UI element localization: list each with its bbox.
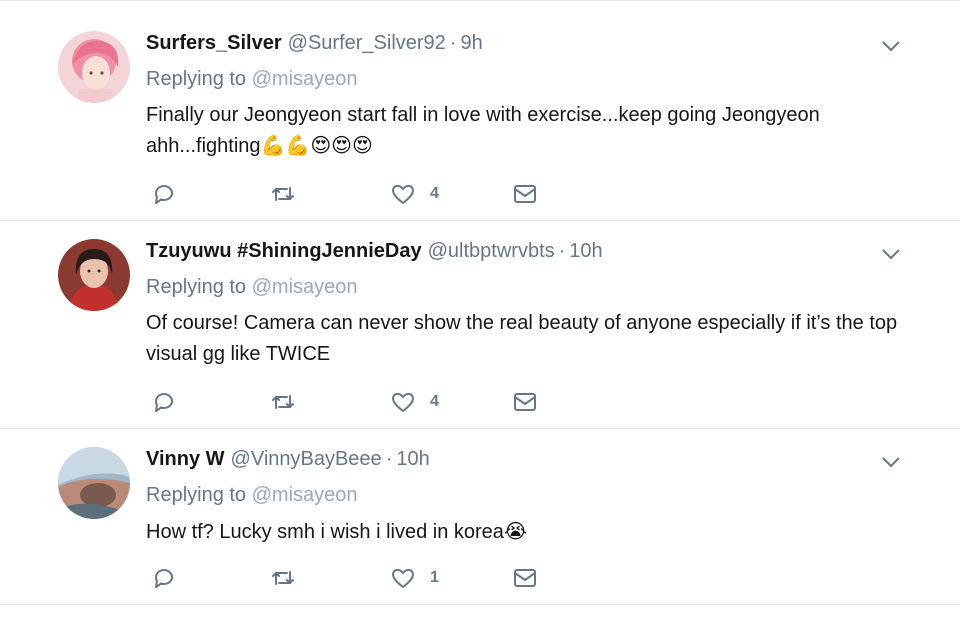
tweet-actions: 4 [150, 181, 570, 207]
reply-icon [154, 185, 173, 204]
tweet-body: Of course! Camera can never show the rea… [146, 312, 898, 365]
reply-button[interactable] [150, 565, 176, 591]
portrait-avatar-icon [58, 239, 130, 311]
envelope-icon [514, 569, 536, 587]
retweet-button[interactable] [270, 565, 296, 591]
separator-dot: · [558, 240, 566, 262]
user-handle[interactable]: @VinnyBayBeee [231, 448, 382, 470]
tweet-body: Finally our Jeongyeon start fall in love… [146, 104, 820, 157]
direct-message-button[interactable] [512, 565, 538, 591]
replying-to: Replying to @misayeon [146, 67, 358, 91]
chevron-down-icon[interactable] [880, 243, 902, 265]
tweet-3[interactable]: Vinny W @VinnyBayBeee · 10h Replying to @mi… [0, 429, 960, 605]
avatar[interactable] [58, 447, 130, 519]
display-name[interactable]: Surfers_Silver [146, 32, 282, 54]
envelope-icon [514, 393, 536, 411]
avatar[interactable] [58, 239, 130, 311]
tweet-header: Vinny W @VinnyBayBeee · 10h [146, 447, 430, 471]
like-button[interactable]: 4 [390, 181, 439, 207]
avatar[interactable] [58, 31, 130, 103]
retweet-button[interactable] [270, 181, 296, 207]
separator-dot: · [449, 32, 457, 54]
retweet-icon [272, 571, 294, 585]
like-count: 4 [430, 185, 439, 202]
like-count: 1 [430, 569, 439, 586]
like-button[interactable]: 4 [390, 389, 439, 415]
heart-icon [392, 184, 414, 204]
tweet-emoji: 😭 [503, 519, 528, 543]
retweet-icon [272, 395, 294, 409]
tweet-body: How tf? Lucky smh i wish i lived in kore… [146, 521, 504, 543]
heart-icon [392, 568, 414, 588]
retweet-icon [272, 187, 294, 201]
display-name[interactable]: Tzuyuwu #ShiningJennieDay [146, 240, 422, 262]
reply-button[interactable] [150, 181, 176, 207]
timestamp[interactable]: 10h [569, 240, 602, 262]
reply-mention-link[interactable]: @misayeon [252, 484, 358, 506]
tweet-1[interactable]: Surfers_Silver @Surfer_Silver92 · 9h Replyi… [0, 13, 960, 221]
tweet-actions: 4 [150, 389, 570, 415]
replying-to: Replying to @misayeon [146, 275, 358, 299]
user-handle[interactable]: @ultbptwrvbts [428, 240, 555, 262]
reply-mention-link[interactable]: @misayeon [252, 68, 358, 90]
tweet-2[interactable]: Tzuyuwu #ShiningJennieDay @ultbptwrvbts · 1… [0, 221, 960, 429]
like-button[interactable]: 1 [390, 565, 439, 591]
reply-icon [154, 393, 173, 412]
heart-icon [392, 392, 414, 412]
tweet-header: Surfers_Silver @Surfer_Silver92 · 9h [146, 31, 483, 55]
user-handle[interactable]: @Surfer_Silver92 [288, 32, 446, 54]
tweet-text: Of course! Camera can never show the rea… [146, 308, 916, 369]
envelope-icon [514, 185, 536, 203]
reply-button[interactable] [150, 389, 176, 415]
replying-label: Replying to [146, 484, 247, 506]
chevron-down-icon[interactable] [880, 35, 902, 57]
retweet-button[interactable] [270, 389, 296, 415]
replying-label: Replying to [146, 68, 247, 90]
direct-message-button[interactable] [512, 181, 538, 207]
tweet-emoji: 💪💪😍😍😍 [260, 133, 373, 157]
timestamp[interactable]: 10h [396, 448, 429, 470]
replying-to: Replying to @misayeon [146, 483, 358, 507]
tweet-header: Tzuyuwu #ShiningJennieDay @ultbptwrvbts · 1… [146, 239, 603, 263]
display-name[interactable]: Vinny W [146, 448, 225, 470]
tweet-text: How tf? Lucky smh i wish i lived in kore… [146, 516, 916, 547]
chevron-down-icon[interactable] [880, 451, 902, 473]
photo-avatar-icon [58, 447, 130, 519]
tweet-timeline: Surfers_Silver @Surfer_Silver92 · 9h Replyi… [0, 0, 960, 620]
tweet-text: Finally our Jeongyeon start fall in love… [146, 100, 916, 161]
timestamp[interactable]: 9h [460, 32, 482, 54]
direct-message-button[interactable] [512, 389, 538, 415]
separator-dot: · [385, 448, 393, 470]
replying-label: Replying to [146, 276, 247, 298]
tweet-actions: 1 [150, 565, 570, 591]
reply-mention-link[interactable]: @misayeon [252, 276, 358, 298]
pink-hair-avatar-icon [58, 31, 130, 103]
like-count: 4 [430, 393, 439, 410]
reply-icon [154, 569, 173, 588]
